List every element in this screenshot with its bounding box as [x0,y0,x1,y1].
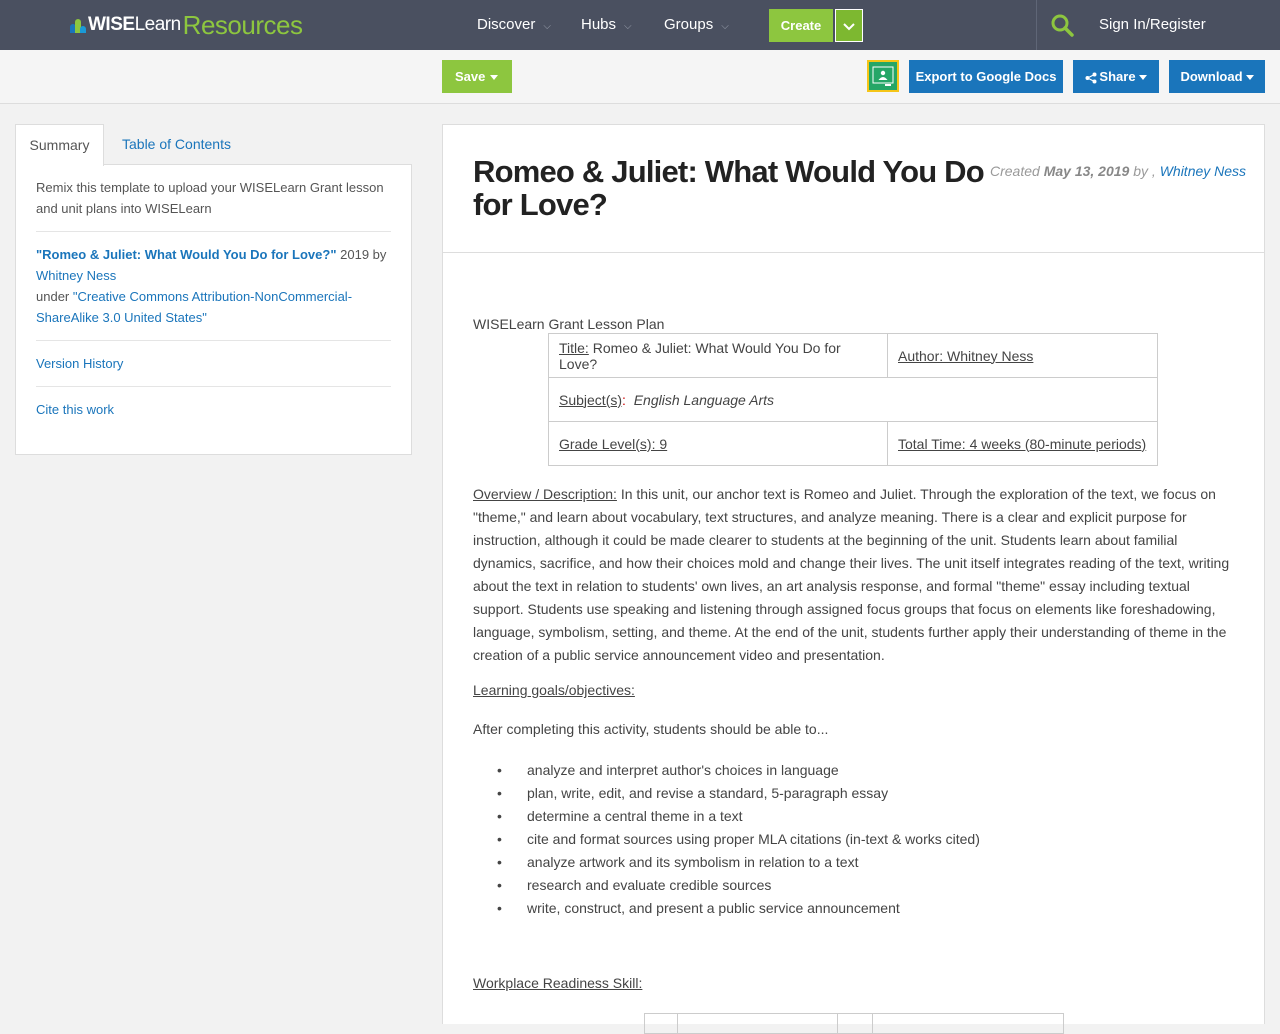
list-item: analyze artwork and its symbolism in rel… [497,851,980,874]
create-button[interactable]: Create [769,9,833,42]
export-google-docs-button[interactable]: Export to Google Docs [909,60,1063,93]
create-dropdown-button[interactable] [835,9,863,42]
resource-header: Romeo & Juliet: What Would You Do for Lo… [443,125,1264,253]
logo-learn-text: Learn [134,14,182,35]
created-info: Created May 13, 2019 by , Whitney Ness [990,163,1246,179]
attribution-title-link[interactable]: "Romeo & Juliet: What Would You Do for L… [36,247,337,262]
summary-description: Remix this template to upload your WISEL… [36,180,384,216]
list-item: cite and format sources using proper MLA… [497,828,980,851]
download-button[interactable]: Download [1169,60,1265,93]
chevron-down-icon: ⌵ [543,21,551,32]
logo-mark-icon [70,17,86,33]
sidebar: Summary Table of Contents Remix this tem… [15,124,412,455]
title-label: Title: [559,339,589,356]
logo-wise-text: WISE [88,14,135,35]
subjects-value: English Language Arts [633,391,775,408]
list-item: analyze and interpret author's choices i… [497,759,980,782]
version-history-link[interactable]: Version History [36,356,123,371]
summary-panel: Remix this template to upload your WISEL… [15,164,412,455]
divider [36,340,391,341]
created-by: by , [1133,163,1156,179]
attribution-under: under [36,289,70,304]
grade-value: Grade Level(s): 9 [559,435,668,452]
download-button-label: Download [1180,69,1243,84]
list-item: research and evaluate credible sources [497,874,980,897]
overview-text: In this unit, our anchor text is Romeo a… [473,486,1230,663]
search-icon[interactable] [1050,13,1074,37]
goals-list: analyze and interpret author's choices i… [497,759,980,920]
author-cell: Author: Whitney Ness [887,333,1158,378]
subjects-colon: : [622,391,626,408]
subjects-label: Subject(s) [559,391,623,408]
divider [36,386,391,387]
list-item: determine a central theme in a text [497,805,980,828]
nav-groups[interactable]: Groups ⌵ [664,0,729,50]
sidebar-tabs: Summary Table of Contents [15,124,412,166]
list-item: plan, write, edit, and revise a standard… [497,782,980,805]
goals-intro: After completing this activity, students… [473,721,829,737]
nav-divider [1036,0,1037,50]
attribution-author-link[interactable]: Whitney Ness [36,268,116,283]
overview-paragraph: Overview / Description: In this unit, ou… [473,483,1233,667]
wiselearn-logo[interactable]: WISE Learn Resources [70,9,303,40]
tab-table-of-contents[interactable]: Table of Contents [122,124,231,165]
nav-groups-label: Groups [664,16,714,33]
signin-register-link[interactable]: Sign In/Register [1099,0,1206,50]
save-button-label: Save [455,69,486,84]
goals-heading: Learning goals/objectives: [473,682,635,698]
overview-label: Overview / Description: [473,486,617,502]
attribution: "Romeo & Juliet: What Would You Do for L… [36,244,391,328]
divider [36,231,391,232]
logo-resources-text: Resources [182,9,303,40]
lesson-info-table: Title: Romeo & Juliet: What Would You Do… [548,333,1158,466]
resource-main: Romeo & Juliet: What Would You Do for Lo… [442,124,1265,1034]
chevron-down-icon: ⌵ [721,21,729,32]
nav-discover-label: Discover [477,16,536,33]
share-button[interactable]: Share [1073,60,1159,93]
title-cell: Title: Romeo & Juliet: What Would You Do… [548,333,888,378]
license-link[interactable]: "Creative Commons Attribution-NonCommerc… [36,289,352,325]
chevron-down-icon: ⌵ [624,21,632,32]
save-button[interactable]: Save [442,60,512,93]
caret-down-icon [1138,75,1147,81]
created-label: Created [990,163,1040,179]
page-title: Romeo & Juliet: What Would You Do for Lo… [473,154,985,222]
attribution-year: 2019 by [340,247,387,262]
caret-down-icon [1245,75,1254,81]
subjects-cell: Subject(s): English Language Arts [548,377,1158,422]
total-time-value: Total Time: 4 weeks (80-minute periods) [898,435,1147,452]
tab-summary[interactable]: Summary [15,124,104,166]
caret-down-icon [490,75,498,80]
share-button-label: Share [1099,69,1136,84]
resource-toolbar: Save Export to Google Docs Share Downloa… [0,50,1280,104]
author-value: Author: Whitney Ness [898,347,1034,364]
grade-cell: Grade Level(s): 9 [548,421,888,466]
google-classroom-button[interactable] [867,60,899,92]
nav-hubs[interactable]: Hubs ⌵ [581,0,632,50]
top-navbar: WISE Learn Resources Discover ⌵ Hubs ⌵ Gro… [0,0,1280,50]
title-value: Romeo & Juliet: What Would You Do for Lo… [559,339,841,372]
chevron-down-icon [843,23,855,31]
list-item: write, construct, and present a public s… [497,897,980,920]
nav-hubs-label: Hubs [581,16,617,33]
total-time-cell: Total Time: 4 weeks (80-minute periods) [887,421,1158,466]
share-icon [1085,72,1097,84]
created-author-link[interactable]: Whitney Ness [1160,163,1246,179]
created-date: May 13, 2019 [1043,163,1130,179]
cite-work-link[interactable]: Cite this work [36,402,114,417]
nav-discover[interactable]: Discover ⌵ [477,0,551,50]
workplace-heading: Workplace Readiness Skill: [473,975,643,991]
google-classroom-icon [869,62,897,90]
